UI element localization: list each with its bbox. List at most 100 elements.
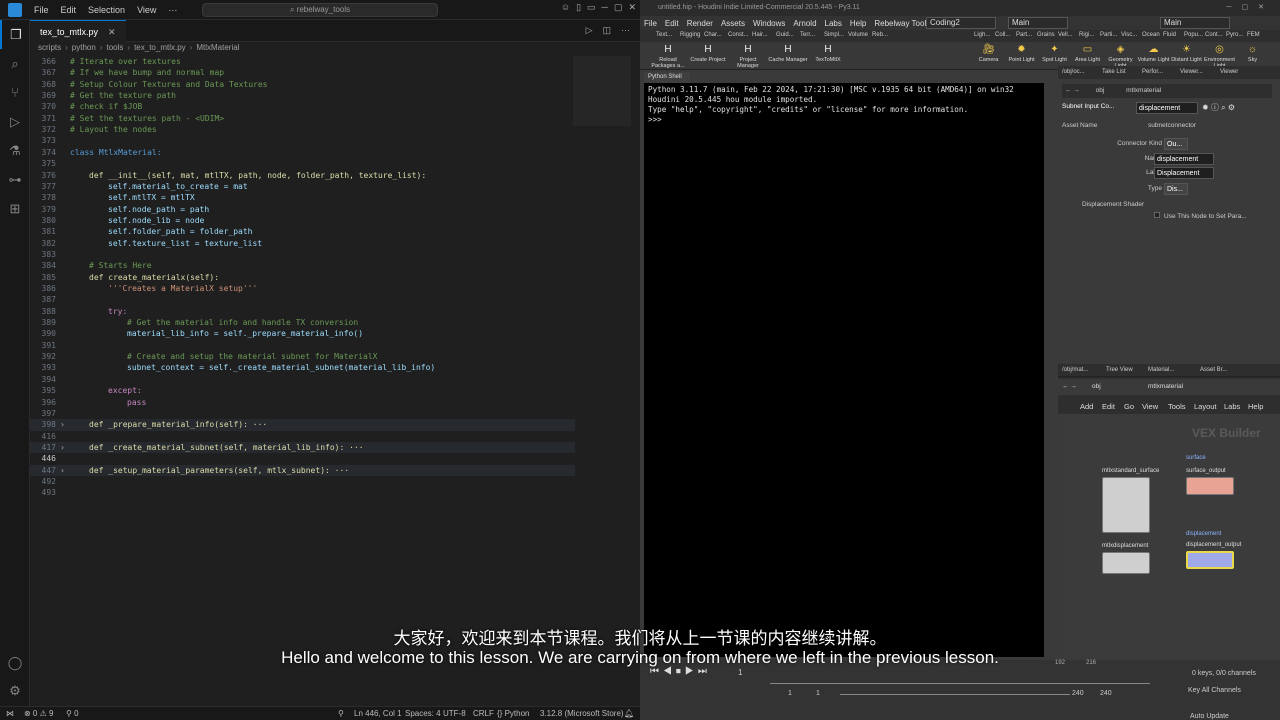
hmenu-labs[interactable]: Labs <box>821 19 846 28</box>
shelf-tool[interactable]: H Project Manager <box>728 44 768 69</box>
path-obj[interactable]: obj <box>1096 87 1105 94</box>
timeline-ruler[interactable]: 192 216 <box>770 660 1150 684</box>
shelf-tool[interactable]: H Create Project <box>688 44 728 63</box>
maximize-icon[interactable]: ▢ <box>614 2 623 13</box>
light-shelf-tab[interactable]: Popu... <box>1184 32 1203 38</box>
shelf-tool[interactable]: H TexToMtlX <box>808 44 848 63</box>
path-node[interactable]: mtlxmaterial <box>1148 383 1183 390</box>
code-line[interactable]: 377 self.material_to_create = mat <box>30 181 575 192</box>
explorer-icon[interactable]: ❐ <box>0 20 30 49</box>
python-shell[interactable]: Python 3.11.7 (main, Feb 22 2024, 17:21:… <box>644 83 1044 657</box>
cursor-position[interactable]: Ln 446, Col 1 <box>354 709 402 718</box>
breadcrumb-item[interactable]: tex_to_mtlx.py <box>134 43 186 55</box>
tab-take-list[interactable]: Take List <box>1102 69 1126 75</box>
code-line[interactable]: 395 except: <box>30 385 575 396</box>
window-controls[interactable]: ─▢✕ <box>1227 0 1274 16</box>
start-frame[interactable]: 1 <box>788 690 792 697</box>
light-shelf-tab[interactable]: Cont... <box>1205 32 1223 38</box>
hmenu-edit[interactable]: Edit <box>661 19 683 28</box>
code-line[interactable]: 381 self.folder_path = folder_path <box>30 226 575 237</box>
nmenu-tools[interactable]: Tools <box>1168 402 1186 411</box>
tab-param[interactable]: /obj/oc... <box>1062 69 1085 75</box>
hmenu-help[interactable]: Help <box>846 19 870 28</box>
code-line[interactable]: 492 <box>30 476 575 487</box>
code-line[interactable]: 369 # Get the texture path <box>30 90 575 101</box>
code-line[interactable]: 394 <box>30 374 575 385</box>
menu-selection[interactable]: Selection <box>82 5 131 15</box>
indentation[interactable]: Spaces: 4 <box>405 709 441 718</box>
code-line[interactable]: 376 def __init__(self, mat, mtlTX, path, … <box>30 170 575 181</box>
tab-performance[interactable]: Perfor... <box>1142 69 1163 75</box>
code-line[interactable]: 387 <box>30 294 575 305</box>
shelf-tab[interactable]: Guid... <box>776 32 794 38</box>
minimize-icon[interactable]: ─ <box>602 2 608 13</box>
code-line[interactable]: 446 <box>30 453 575 464</box>
source-control-icon[interactable]: ⑂ <box>0 78 30 107</box>
light-shelf-tab[interactable]: Ocean <box>1142 32 1160 38</box>
tab-asset-browser[interactable]: Asset Br... <box>1200 367 1227 373</box>
type-menu[interactable]: Dis... <box>1164 183 1188 195</box>
connector-kind-menu[interactable]: Ou... <box>1164 138 1188 150</box>
notifications-icon[interactable]: 🔔︎ <box>624 709 634 718</box>
node-tools-icon[interactable]: ✹ ⓘ ⌕ ⚙ <box>1202 102 1235 113</box>
code-line[interactable]: 386 '''Creates a MaterialX setup''' <box>30 283 575 294</box>
code-line[interactable]: 398 def _prepare_material_info(self): ···… <box>30 419 575 431</box>
key-all-channels[interactable]: Key All Channels <box>1188 687 1241 694</box>
git-graph-icon[interactable]: ⊶ <box>0 165 30 194</box>
light-tool[interactable]: ✹ Point Light <box>1005 44 1038 63</box>
code-line[interactable]: 493 <box>30 487 575 498</box>
fold-chevron-icon[interactable]: › <box>60 419 65 430</box>
shelf-tab[interactable]: Const... <box>728 32 749 38</box>
more-actions-icon[interactable]: ··· <box>621 25 630 36</box>
code-line[interactable]: 384 # Starts Here <box>30 260 575 271</box>
tab-material[interactable]: Material... <box>1148 367 1174 373</box>
light-tool[interactable]: ☁ Volume Light <box>1137 44 1170 63</box>
nmenu-layout[interactable]: Layout <box>1194 402 1217 411</box>
light-shelf-tab[interactable]: Part... <box>1016 32 1032 38</box>
code-line[interactable]: 396 pass <box>30 397 575 408</box>
shelf-tab[interactable]: Volume <box>848 32 868 38</box>
code-line[interactable]: 372 # Layout the nodes <box>30 124 575 135</box>
code-line[interactable]: 447 def _setup_material_parameters(self, … <box>30 464 575 476</box>
ports-indicator[interactable]: ⚲ 0 <box>66 709 79 718</box>
testing-icon[interactable]: ⚗ <box>0 136 30 165</box>
line-ending[interactable]: CRLF <box>473 709 494 718</box>
code-line[interactable]: 373 <box>30 135 575 146</box>
code-line[interactable]: 379 self.node_path = path <box>30 204 575 215</box>
light-tool[interactable]: 🎥︎ Camera <box>972 44 1005 63</box>
nav-arrows-icon[interactable]: ← → <box>1062 383 1077 390</box>
context-selector[interactable]: Main <box>1008 17 1068 29</box>
encoding[interactable]: UTF-8 <box>443 709 466 718</box>
shelf-tab[interactable]: Terr... <box>800 32 815 38</box>
extensions-icon[interactable]: ⊞ <box>0 194 30 223</box>
current-frame[interactable]: 1 <box>738 668 742 677</box>
hmenu-rebelway[interactable]: Rebelway Tools <box>870 19 934 28</box>
light-shelf-tab[interactable]: Visc... <box>1121 32 1137 38</box>
nmenu-view[interactable]: View <box>1142 402 1158 411</box>
auto-update[interactable]: Auto Update <box>1190 713 1229 720</box>
hmenu-render[interactable]: Render <box>683 19 717 28</box>
shelf-tab[interactable]: Char... <box>704 32 722 38</box>
layout-icon[interactable]: ▯ <box>576 2 581 13</box>
breadcrumb-item[interactable]: tools <box>107 43 124 55</box>
tab-tree-view[interactable]: Tree View <box>1106 367 1133 373</box>
code-line[interactable]: 397 <box>30 408 575 419</box>
code-line[interactable]: 385 def create_materialx(self): <box>30 272 575 283</box>
shelf-tab[interactable]: Text... <box>656 32 672 38</box>
light-shelf-tab[interactable]: Fluid <box>1163 32 1176 38</box>
surface-output-node[interactable] <box>1186 477 1234 495</box>
code-line[interactable]: 391 <box>30 340 575 351</box>
tab-tex-to-mtlx[interactable]: tex_to_mtlx.py ✕ <box>30 20 126 42</box>
shelf-tool[interactable]: H Reload Packages a... <box>648 44 688 69</box>
light-tool[interactable]: ☀ Distant Light <box>1170 44 1203 63</box>
end-frame-2[interactable]: 240 <box>1100 690 1112 697</box>
menu-edit[interactable]: Edit <box>55 5 83 15</box>
code-line[interactable]: 368 # Setup Colour Textures and Data Text… <box>30 79 575 90</box>
command-center-search[interactable]: ⌕ rebelway_tools <box>202 3 438 17</box>
code-line[interactable]: 367 # If we have bump and normal map <box>30 67 575 78</box>
shelf-tool[interactable]: H Cache Manager <box>768 44 808 63</box>
light-shelf-tab[interactable]: Ligh... <box>974 32 990 38</box>
run-debug-icon[interactable]: ▷ <box>0 107 30 136</box>
set-params-checkbox[interactable]: Use This Node to Set Para... <box>1154 212 1247 220</box>
code-line[interactable]: 382 self.texture_list = texture_list <box>30 238 575 249</box>
